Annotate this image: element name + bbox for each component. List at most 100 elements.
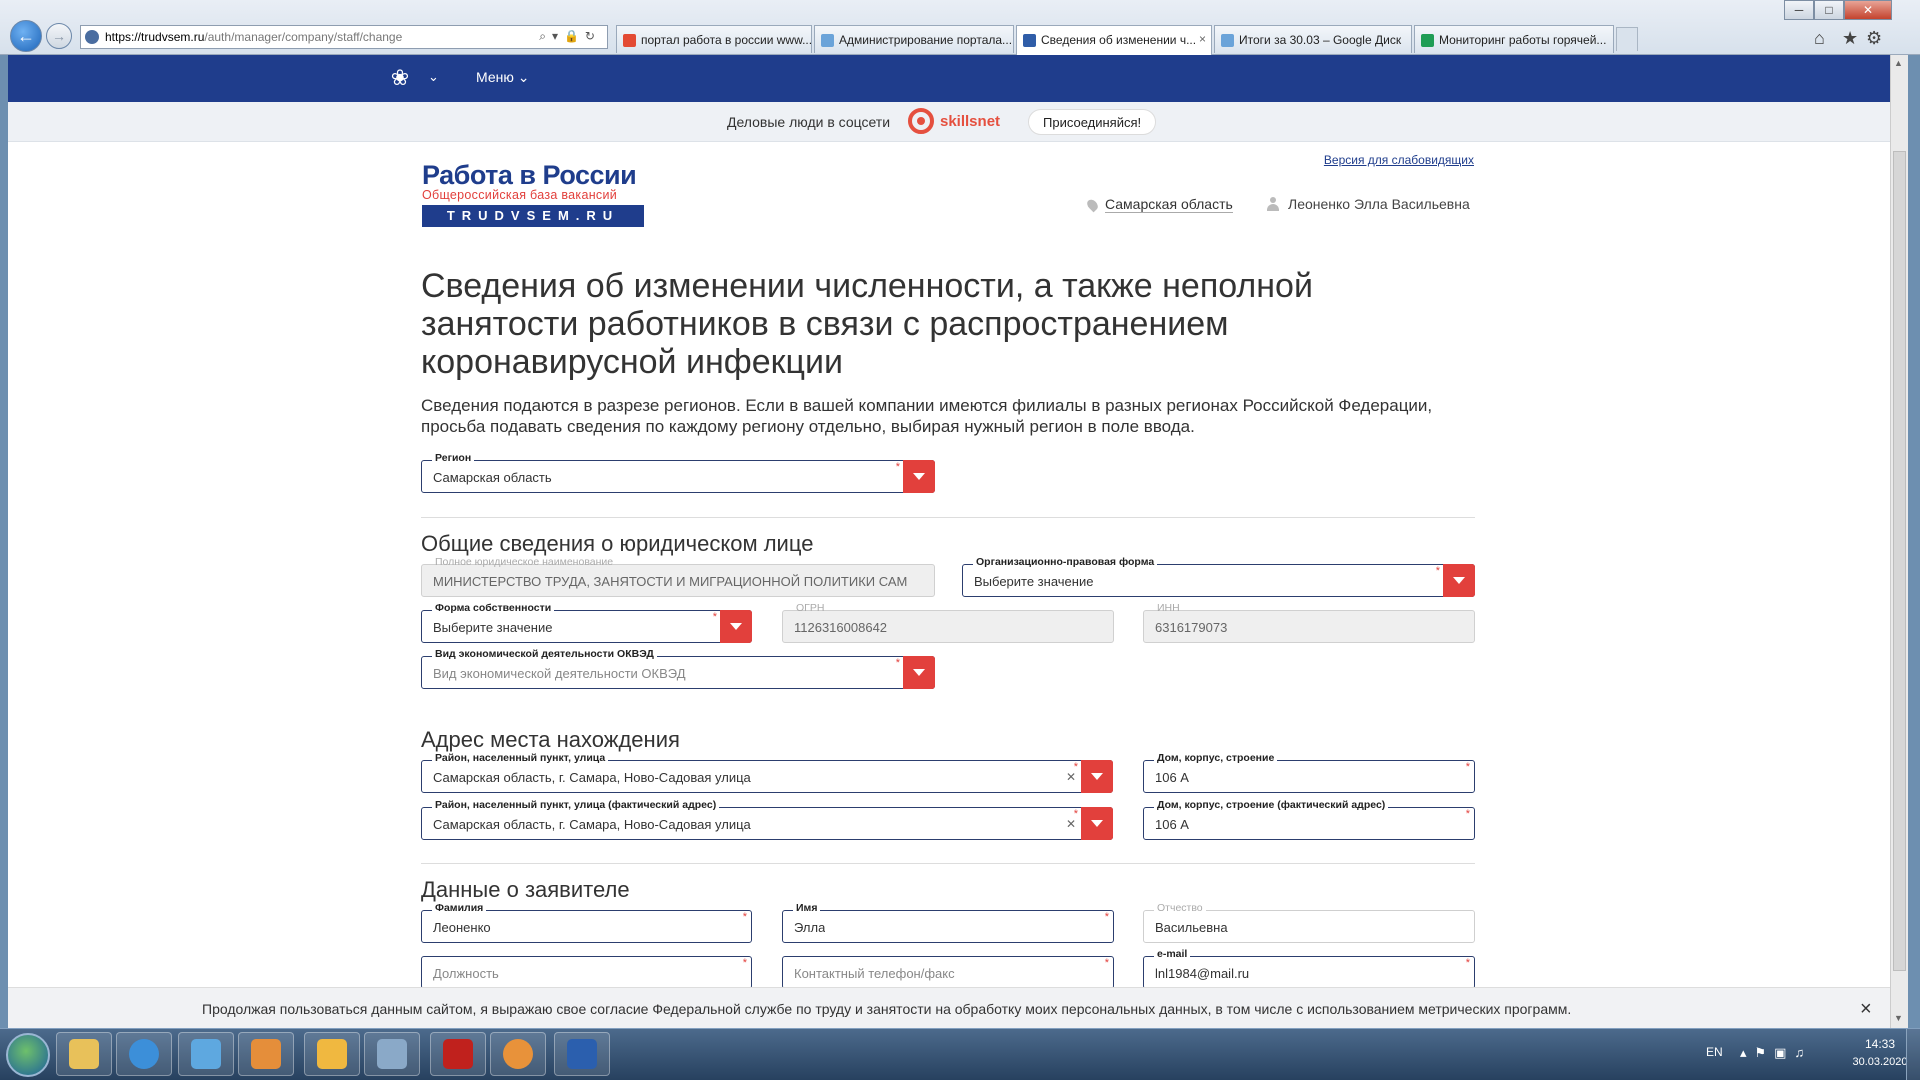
tab-4[interactable]: Итоги за 30.03 – Google Диск xyxy=(1214,25,1412,53)
ownership-form-select[interactable]: Форма собственности Выберите значение * xyxy=(421,602,752,643)
show-desktop-button[interactable] xyxy=(1906,1029,1920,1080)
folder-icon xyxy=(69,1039,99,1069)
skillsnet-logo[interactable]: skillsnet xyxy=(908,108,1000,134)
skillsnet-icon xyxy=(908,108,934,134)
tab-1[interactable]: портал работа в россии www.... xyxy=(616,25,812,53)
org-form-select[interactable]: Организационно-правовая форма Выберите з… xyxy=(962,556,1475,597)
app2-taskbar-button[interactable] xyxy=(490,1032,546,1076)
scroll-down-icon[interactable]: ▼ xyxy=(1894,1013,1903,1023)
dropdown-arrow-icon[interactable] xyxy=(903,656,935,689)
word-taskbar-button[interactable] xyxy=(554,1032,610,1076)
gear-icon[interactable]: ⚙ xyxy=(1866,28,1882,49)
page-title: Сведения об изменении численности, а так… xyxy=(421,267,1313,381)
region-selector[interactable]: Самарская область xyxy=(1085,196,1233,213)
word-icon xyxy=(567,1039,597,1069)
dropdown-arrow-icon[interactable] xyxy=(1081,807,1113,840)
required-asterisk: * xyxy=(742,957,747,969)
taskbar: EN ▴⚑▣♫ 14:33 30.03.2020 xyxy=(0,1028,1920,1080)
pdf-icon xyxy=(443,1039,473,1069)
chevron-down-icon[interactable]: ⌄ xyxy=(428,69,439,85)
user-profile-link[interactable]: Леоненко Элла Васильевна xyxy=(1266,196,1470,212)
back-button[interactable]: ← xyxy=(10,20,42,52)
okved-select[interactable]: Вид экономической деятельности ОКВЭД Вид… xyxy=(421,648,935,689)
arrow-left-icon: ← xyxy=(17,25,35,46)
ie-icon xyxy=(129,1039,159,1069)
house-actual-field[interactable]: Дом, корпус, строение (фактический адрес… xyxy=(1143,799,1475,840)
site-favicon-icon xyxy=(1023,34,1036,47)
accessible-version-link[interactable]: Версия для слабовидящих xyxy=(1324,153,1474,167)
required-asterisk: * xyxy=(1104,957,1109,969)
region-select[interactable]: Регион Самарская область * xyxy=(421,452,935,493)
app-icon xyxy=(191,1039,221,1069)
clear-icon[interactable]: ✕ xyxy=(1066,770,1076,784)
address-section-title: Адрес места нахождения xyxy=(421,727,680,752)
address-tools-icon[interactable]: ⌕▾🔒↻ xyxy=(539,29,601,44)
street-actual-select[interactable]: Район, населенный пункт, улица (фактичес… xyxy=(421,799,1113,840)
tab-5[interactable]: Мониторинг работы горячей... xyxy=(1414,25,1614,53)
tab-2[interactable]: Администрирование портала... xyxy=(814,25,1014,53)
first-name-field[interactable]: Имя Элла * xyxy=(782,902,1114,943)
required-asterisk: * xyxy=(895,657,900,669)
database-icon xyxy=(377,1039,407,1069)
vertical-scrollbar[interactable]: ▲ ▼ xyxy=(1890,55,1908,1028)
required-asterisk: * xyxy=(712,611,717,623)
minimize-button[interactable]: ─ xyxy=(1784,0,1814,20)
address-bar[interactable]: https://trudvsem.ru/auth/manager/company… xyxy=(80,25,608,49)
menu-button[interactable]: Меню ⌄ xyxy=(476,69,529,86)
language-indicator[interactable]: EN xyxy=(1706,1045,1723,1059)
divider xyxy=(421,517,1475,518)
tray-icons[interactable]: ▴⚑▣♫ xyxy=(1740,1045,1812,1061)
scroll-up-icon[interactable]: ▲ xyxy=(1894,58,1903,68)
required-asterisk: * xyxy=(1465,761,1470,773)
arrow-right-icon: → xyxy=(52,28,66,44)
ie-taskbar-button[interactable] xyxy=(116,1032,172,1076)
join-button[interactable]: Присоединяйся! xyxy=(1028,109,1157,135)
site-logo[interactable]: Работа в России Общероссийская база вака… xyxy=(422,161,644,227)
required-asterisk: * xyxy=(1104,911,1109,923)
pdf-taskbar-button[interactable] xyxy=(430,1032,486,1076)
forward-button[interactable]: → xyxy=(46,23,72,49)
dropdown-arrow-icon[interactable] xyxy=(1081,760,1113,793)
required-asterisk: * xyxy=(1465,957,1470,969)
patronymic-field[interactable]: Отчество Васильевна xyxy=(1143,902,1475,943)
maximize-button[interactable]: □ xyxy=(1814,0,1844,20)
tab-3-active[interactable]: Сведения об изменении ч... × xyxy=(1016,25,1212,55)
start-button[interactable] xyxy=(6,1033,50,1077)
new-tab-button[interactable] xyxy=(1616,27,1638,51)
phone-field[interactable]: Контактный телефон/факс * xyxy=(782,956,1114,989)
location-pin-icon xyxy=(1085,197,1100,212)
chevron-down-icon: ⌄ xyxy=(517,69,530,85)
home-icon[interactable]: ⌂ xyxy=(1814,28,1825,49)
url-path: /auth/manager/company/staff/change xyxy=(204,30,403,44)
outlook-icon xyxy=(317,1039,347,1069)
required-asterisk: * xyxy=(742,911,747,923)
email-field[interactable]: e-mail lnl1984@mail.ru * xyxy=(1143,948,1475,989)
street-select[interactable]: Район, населенный пункт, улица Самарская… xyxy=(421,752,1113,793)
app-taskbar-button[interactable] xyxy=(178,1032,234,1076)
required-asterisk: * xyxy=(895,461,900,473)
favorites-star-icon[interactable]: ★ xyxy=(1842,28,1858,49)
ie-favicon-icon xyxy=(1221,34,1234,47)
house-field[interactable]: Дом, корпус, строение 106 А * xyxy=(1143,752,1475,793)
browser-chrome: ← → https://trudvsem.ru/auth/manager/com… xyxy=(0,0,1920,55)
close-window-button[interactable]: ✕ xyxy=(1844,0,1892,20)
close-icon[interactable]: × xyxy=(1860,998,1872,1021)
explorer-taskbar-button[interactable] xyxy=(56,1032,112,1076)
app2-icon xyxy=(503,1039,533,1069)
cookie-banner: Продолжая пользоваться данным сайтом, я … xyxy=(8,987,1890,1028)
dropdown-arrow-icon[interactable] xyxy=(720,610,752,643)
scroll-thumb[interactable] xyxy=(1893,151,1906,971)
clock-time[interactable]: 14:33 xyxy=(1850,1037,1910,1051)
outlook-taskbar-button[interactable] xyxy=(304,1032,360,1076)
media-player-icon xyxy=(251,1039,281,1069)
dropdown-arrow-icon[interactable] xyxy=(903,460,935,493)
position-field[interactable]: Должность * xyxy=(421,956,752,989)
database-taskbar-button[interactable] xyxy=(364,1032,420,1076)
divider xyxy=(421,863,1475,864)
dropdown-arrow-icon[interactable] xyxy=(1443,564,1475,597)
tab-close-icon[interactable]: × xyxy=(1199,32,1206,46)
clear-icon[interactable]: ✕ xyxy=(1066,817,1076,831)
coat-of-arms-icon[interactable]: ❀ xyxy=(387,65,413,91)
media-taskbar-button[interactable] xyxy=(238,1032,294,1076)
surname-field[interactable]: Фамилия Леоненко * xyxy=(421,902,752,943)
